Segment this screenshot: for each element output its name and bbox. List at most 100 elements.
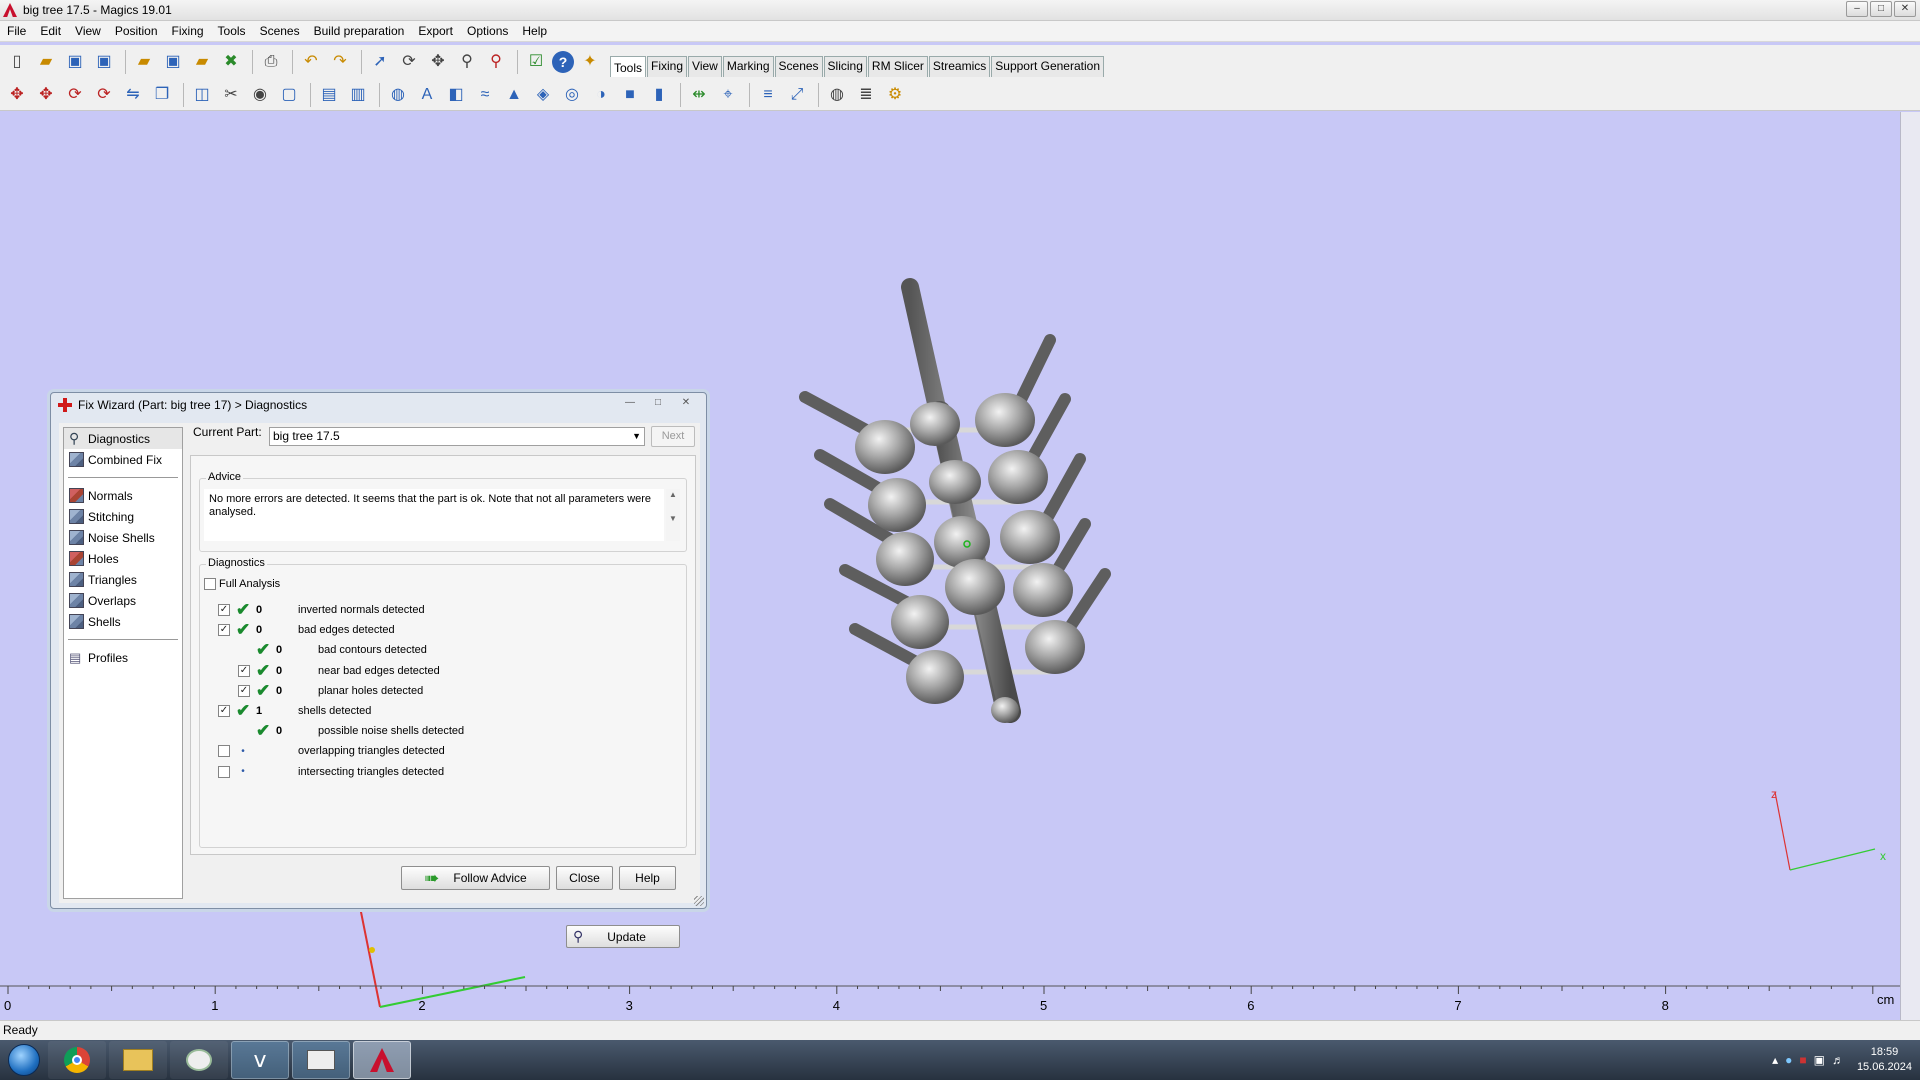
tab-rm-slicer[interactable]: RM Slicer bbox=[867, 56, 928, 77]
duplicate-icon[interactable]: ❐ bbox=[149, 82, 175, 108]
full-analysis-row[interactable]: Full Analysis bbox=[204, 575, 280, 593]
menu-options[interactable]: Options bbox=[460, 21, 515, 42]
tab-marking[interactable]: Marking bbox=[722, 56, 774, 77]
magics-icon[interactable] bbox=[353, 1041, 411, 1079]
menu-build-preparation[interactable]: Build preparation bbox=[307, 21, 412, 42]
shell-icon[interactable]: ◧ bbox=[443, 82, 469, 108]
tab-view[interactable]: View bbox=[688, 56, 722, 77]
rotate-icon[interactable]: ⟳ bbox=[62, 82, 88, 108]
diagnostic-checkbox[interactable]: ✓ bbox=[218, 705, 230, 717]
diagnostic-checkbox[interactable]: ✓ bbox=[238, 664, 250, 677]
mesh-icon[interactable]: ◍ bbox=[824, 82, 850, 108]
diagnostic-checkbox[interactable] bbox=[218, 765, 230, 778]
language-flag-icon[interactable]: ■ bbox=[1799, 1053, 1806, 1067]
tab-scenes[interactable]: Scenes bbox=[774, 56, 823, 77]
nav-overlaps[interactable]: Overlaps bbox=[64, 590, 182, 611]
viewport-side-panel[interactable] bbox=[1900, 112, 1920, 1020]
wrap-icon[interactable]: ◈ bbox=[530, 82, 556, 108]
clock[interactable]: 18:59 15.06.2024 bbox=[1857, 1045, 1912, 1075]
redo-icon[interactable]: ↷ bbox=[327, 49, 353, 75]
split-icon[interactable]: ◑ bbox=[588, 82, 614, 108]
tab-support-generation[interactable]: Support Generation bbox=[991, 56, 1105, 77]
nav-diagnostics[interactable]: ⚲ Diagnostics bbox=[64, 428, 182, 449]
menu-view[interactable]: View bbox=[68, 21, 108, 42]
minimize-button[interactable]: – bbox=[1846, 1, 1868, 17]
save-icon[interactable]: ▣ bbox=[62, 49, 88, 75]
nav-holes[interactable]: Holes bbox=[64, 548, 182, 569]
unify-icon[interactable]: ◫ bbox=[189, 82, 215, 108]
triangle-reduce-icon[interactable]: ▲ bbox=[501, 82, 527, 108]
volume-icon[interactable]: ♬ bbox=[1832, 1053, 1844, 1067]
fix-wizard-title-bar[interactable]: Fix Wizard (Part: big tree 17) > Diagnos… bbox=[51, 393, 706, 417]
perforate-icon[interactable]: ◍ bbox=[385, 82, 411, 108]
nav-profiles[interactable]: ▤ Profiles bbox=[64, 647, 182, 668]
wizard-minimize-button[interactable]: — bbox=[618, 396, 642, 411]
zoom-fit-icon[interactable]: ⚲ bbox=[483, 49, 509, 75]
measure-icon[interactable]: ⇹ bbox=[686, 82, 712, 108]
follow-advice-button[interactable]: ➠ Follow Advice bbox=[401, 866, 550, 890]
wizard-close-button[interactable]: ✕ bbox=[674, 396, 698, 411]
zoom-icon[interactable]: ⚲ bbox=[454, 49, 480, 75]
scale-icon[interactable]: ⤢ bbox=[784, 82, 810, 108]
mirror-icon[interactable]: ⇋ bbox=[120, 82, 146, 108]
save-part-icon[interactable]: ▣ bbox=[160, 49, 186, 75]
open-file-icon[interactable]: ▰ bbox=[33, 49, 59, 75]
hollow-icon[interactable]: ▢ bbox=[276, 82, 302, 108]
cut-icon[interactable]: ✂ bbox=[218, 82, 244, 108]
explorer-icon[interactable] bbox=[109, 1041, 167, 1079]
tree-model[interactable] bbox=[799, 278, 1111, 723]
box-icon[interactable]: ■ bbox=[617, 82, 643, 108]
measure-point-icon[interactable]: ⌖ bbox=[715, 82, 741, 108]
translate-icon[interactable]: ✥ bbox=[4, 82, 30, 108]
menu-tools[interactable]: Tools bbox=[211, 21, 253, 42]
vbox-icon[interactable]: v bbox=[231, 1041, 289, 1079]
update-button[interactable]: ⚲ Update bbox=[566, 925, 680, 948]
diagnostic-checkbox[interactable] bbox=[218, 745, 230, 758]
support-icon[interactable]: ⚙ bbox=[882, 82, 908, 108]
current-part-select[interactable]: big tree 17.5 ▼ bbox=[269, 427, 645, 446]
menu-edit[interactable]: Edit bbox=[33, 21, 68, 42]
help-icon[interactable]: ? bbox=[552, 51, 574, 73]
resize-grip[interactable] bbox=[694, 896, 704, 906]
tab-tools[interactable]: Tools bbox=[610, 56, 647, 77]
diagnostic-checkbox[interactable]: ✓ bbox=[218, 604, 230, 616]
menu-help[interactable]: Help bbox=[515, 21, 554, 42]
smooth-icon[interactable]: ≈ bbox=[472, 82, 498, 108]
wizard-icon[interactable]: ✦ bbox=[577, 49, 603, 75]
tab-fixing[interactable]: Fixing bbox=[647, 56, 688, 77]
rotate-view-icon[interactable]: ⟳ bbox=[396, 49, 422, 75]
translate-default-icon[interactable]: ✥ bbox=[33, 82, 59, 108]
nav-triangles[interactable]: Triangles bbox=[64, 569, 182, 590]
help-button[interactable]: Help bbox=[619, 866, 676, 890]
tab-slicing[interactable]: Slicing bbox=[823, 56, 867, 77]
rotate-default-icon[interactable]: ⟳ bbox=[91, 82, 117, 108]
menu-fixing[interactable]: Fixing bbox=[165, 21, 211, 42]
slice-icon[interactable]: ≣ bbox=[853, 82, 879, 108]
print-icon[interactable]: ⎙ bbox=[258, 49, 284, 75]
nav-shells[interactable]: Shells bbox=[64, 611, 182, 632]
label-icon[interactable]: A bbox=[414, 82, 440, 108]
boolean-icon[interactable]: ◎ bbox=[559, 82, 585, 108]
menu-file[interactable]: File bbox=[0, 21, 33, 42]
menu-scenes[interactable]: Scenes bbox=[253, 21, 307, 42]
offset-icon[interactable]: ▥ bbox=[345, 82, 371, 108]
section-icon[interactable]: ≡ bbox=[755, 82, 781, 108]
import-icon[interactable]: ▰ bbox=[131, 49, 157, 75]
monitor-icon[interactable]: ▣ bbox=[1814, 1053, 1825, 1067]
chrome-icon[interactable] bbox=[48, 1041, 106, 1079]
load-part-icon[interactable]: ▰ bbox=[189, 49, 215, 75]
nav-normals[interactable]: Normals bbox=[64, 485, 182, 506]
start-button[interactable] bbox=[0, 1041, 48, 1079]
checklist-icon[interactable]: ☑ bbox=[523, 49, 549, 75]
unload-part-icon[interactable]: ✖ bbox=[218, 49, 244, 75]
tab-streamics[interactable]: Streamics bbox=[928, 56, 991, 77]
nav-stitching[interactable]: Stitching bbox=[64, 506, 182, 527]
paint-icon[interactable] bbox=[170, 1041, 228, 1079]
undo-icon[interactable]: ↶ bbox=[298, 49, 324, 75]
pan-icon[interactable]: ✥ bbox=[425, 49, 451, 75]
next-button[interactable]: Next bbox=[651, 426, 695, 447]
new-file-icon[interactable]: ▯ bbox=[4, 49, 30, 75]
wizard-maximize-button[interactable]: □ bbox=[646, 396, 670, 411]
close-button[interactable]: Close bbox=[556, 866, 613, 890]
diagnostic-checkbox[interactable]: ✓ bbox=[238, 684, 250, 697]
